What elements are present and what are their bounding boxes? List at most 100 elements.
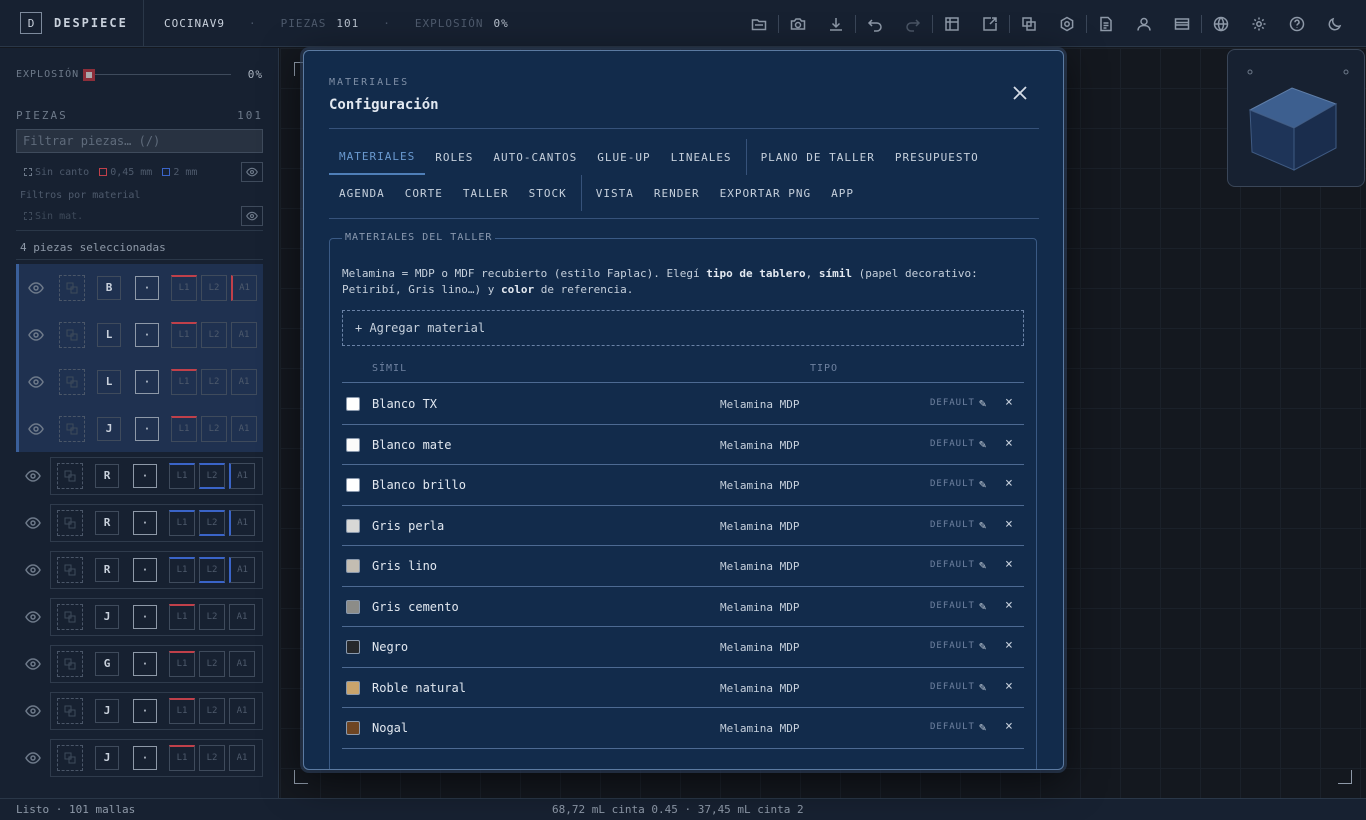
edge-l2[interactable]: L2	[201, 415, 227, 442]
visibility-toggle[interactable]	[16, 515, 50, 531]
piece-row[interactable]: J · L1 L2 A1	[16, 405, 263, 452]
tab-glue-up[interactable]: GLUE-UP	[587, 139, 660, 175]
piece-material[interactable]: ·	[133, 604, 157, 629]
piece-material[interactable]: ·	[133, 463, 157, 488]
view-cube[interactable]	[1227, 49, 1365, 187]
piece-row[interactable]: L · L1 L2 A1	[16, 311, 263, 358]
redo-icon[interactable]	[894, 9, 932, 39]
delete-icon[interactable]: ×	[1005, 517, 1013, 532]
edge-l1[interactable]: L1	[171, 368, 197, 395]
piece-row[interactable]: G · L1 L2 A1	[16, 640, 263, 687]
tab-lineales[interactable]: LINEALES	[661, 139, 742, 175]
piece-row[interactable]: R · L1 L2 A1	[16, 499, 263, 546]
piece-material[interactable]: ·	[135, 369, 159, 394]
toggle-visibility-button[interactable]	[241, 206, 263, 226]
piece-material[interactable]: ·	[133, 510, 157, 535]
edge-l1[interactable]: L1	[169, 650, 195, 677]
piece-row[interactable]: B · L1 L2 A1	[16, 264, 263, 311]
piece-row[interactable]: J · L1 L2 A1	[16, 593, 263, 640]
visibility-toggle[interactable]	[16, 750, 50, 766]
edge-l2[interactable]: L2	[199, 462, 225, 489]
piece-card[interactable]: G · L1 L2 A1	[50, 644, 263, 683]
tab-corte[interactable]: CORTE	[395, 175, 453, 211]
folder-icon[interactable]	[740, 9, 778, 39]
help-icon[interactable]	[1278, 9, 1316, 39]
delete-icon[interactable]: ×	[1005, 638, 1013, 653]
piece-card[interactable]: L · L1 L2 A1	[53, 316, 263, 354]
edge-l2[interactable]: L2	[199, 744, 225, 771]
tab-exportar-png[interactable]: EXPORTAR PNG	[710, 175, 821, 211]
piece-material[interactable]: ·	[135, 416, 159, 441]
edge-l2[interactable]: L2	[201, 274, 227, 301]
piece-card[interactable]: J · L1 L2 A1	[50, 738, 263, 777]
edge-l1[interactable]: L1	[169, 509, 195, 536]
piece-card[interactable]: J · L1 L2 A1	[50, 597, 263, 636]
tab-taller[interactable]: TALLER	[453, 175, 519, 211]
piece-row[interactable]: L · L1 L2 A1	[16, 358, 263, 405]
material-row[interactable]: Nogal Melamina MDP DEFAULT ✎ ×	[342, 708, 1024, 749]
visibility-toggle[interactable]	[19, 421, 53, 437]
delete-icon[interactable]: ×	[1005, 395, 1013, 410]
piece-role[interactable]: J	[95, 698, 119, 723]
edit-icon[interactable]: ✎	[979, 518, 986, 532]
gear-icon[interactable]	[1240, 9, 1278, 39]
tab-presupuesto[interactable]: PRESUPUESTO	[885, 139, 989, 175]
edge-l1[interactable]: L1	[171, 415, 197, 442]
edge-a1[interactable]: A1	[229, 462, 255, 489]
explosion-slider[interactable]	[83, 68, 232, 81]
edge-l2[interactable]: L2	[199, 697, 225, 724]
filter-sin-mat[interactable]: Sin mat.	[24, 211, 83, 222]
material-row[interactable]: Gris lino Melamina MDP DEFAULT ✎ ×	[342, 546, 1024, 587]
edge-l2[interactable]: L2	[199, 603, 225, 630]
visibility-toggle[interactable]	[16, 562, 50, 578]
piece-card[interactable]: L · L1 L2 A1	[53, 363, 263, 401]
tab-stock[interactable]: STOCK	[519, 175, 577, 211]
undo-icon[interactable]	[856, 9, 894, 39]
piece-role[interactable]: J	[95, 604, 119, 629]
material-row[interactable]: Negro Melamina MDP DEFAULT ✎ ×	[342, 627, 1024, 668]
material-row[interactable]: Gris cemento Melamina MDP DEFAULT ✎ ×	[342, 587, 1024, 627]
edge-a1[interactable]: A1	[229, 603, 255, 630]
settings-hex-icon[interactable]	[1048, 9, 1086, 39]
edge-l1[interactable]: L1	[169, 603, 195, 630]
delete-icon[interactable]: ×	[1005, 476, 1013, 491]
piece-row[interactable]: J · L1 L2 A1	[16, 734, 263, 781]
edge-l1[interactable]: L1	[169, 462, 195, 489]
export-icon[interactable]	[971, 9, 1009, 39]
camera-icon[interactable]	[779, 9, 817, 39]
piece-row[interactable]: R · L1 L2 A1	[16, 452, 263, 499]
piece-role[interactable]: L	[97, 322, 121, 347]
edge-l2[interactable]: L2	[199, 650, 225, 677]
delete-icon[interactable]: ×	[1005, 719, 1013, 734]
delete-icon[interactable]: ×	[1005, 598, 1013, 613]
piece-role[interactable]: G	[95, 651, 119, 676]
material-row[interactable]: Blanco TX Melamina MDP DEFAULT ✎ ×	[342, 384, 1024, 425]
visibility-toggle[interactable]	[16, 703, 50, 719]
edge-a1[interactable]: A1	[231, 321, 257, 348]
moon-icon[interactable]	[1316, 9, 1354, 39]
delete-icon[interactable]: ×	[1005, 436, 1013, 451]
tab-vista[interactable]: VISTA	[586, 175, 644, 211]
visibility-toggle[interactable]	[16, 468, 50, 484]
material-row[interactable]: Roble natural Melamina MDP DEFAULT ✎ ×	[342, 668, 1024, 708]
color-swatch[interactable]	[346, 478, 360, 492]
piece-material[interactable]: ·	[133, 745, 157, 770]
edge-l1[interactable]: L1	[169, 697, 195, 724]
piece-material[interactable]: ·	[133, 651, 157, 676]
delete-icon[interactable]: ×	[1005, 557, 1013, 572]
legend-sin-canto[interactable]: Sin canto	[24, 167, 89, 178]
color-swatch[interactable]	[346, 559, 360, 573]
color-swatch[interactable]	[346, 437, 360, 452]
piece-role[interactable]: J	[95, 745, 119, 770]
piece-role[interactable]: J	[97, 416, 121, 441]
legend-045[interactable]: 0,45 mm	[99, 167, 152, 178]
edge-a1[interactable]: A1	[231, 368, 257, 395]
copy-icon[interactable]	[1010, 9, 1048, 39]
add-material-button[interactable]: + Agregar material	[342, 310, 1024, 346]
edit-icon[interactable]: ✎	[979, 477, 986, 491]
tab-plano-de-taller[interactable]: PLANO DE TALLER	[751, 139, 885, 175]
tab-materiales[interactable]: MATERIALES	[329, 139, 426, 175]
tab-app[interactable]: APP	[821, 175, 864, 211]
edit-icon[interactable]: ✎	[979, 680, 986, 694]
visibility-toggle[interactable]	[19, 327, 53, 343]
